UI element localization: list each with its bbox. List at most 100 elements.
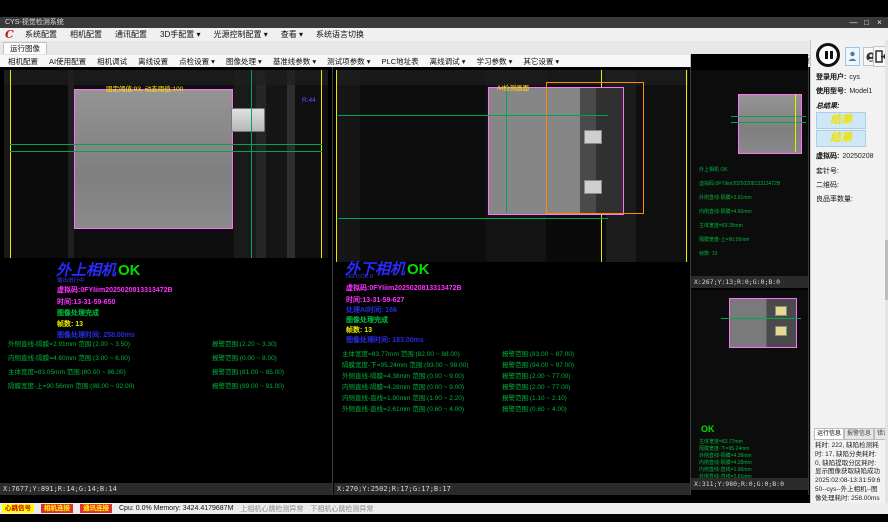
capture-time: 时间:13-31-59-650 bbox=[57, 297, 115, 307]
app-window: CYS-视觉检测系统 — □ × C 系统配置 相机配置 通讯配置 3D手配置 … bbox=[0, 0, 888, 522]
menu-system-config[interactable]: 系统配置 bbox=[25, 29, 57, 40]
measure-line bbox=[721, 318, 801, 319]
view-divider bbox=[808, 67, 809, 495]
frame-count: 帧数: 13 bbox=[346, 325, 372, 335]
tool-learn-params[interactable]: 学习参数 ▾ bbox=[476, 56, 512, 67]
thumb-text-line: 内侧直线-直线=1.90mm bbox=[699, 466, 752, 473]
menu-comm-config[interactable]: 通讯配置 bbox=[115, 29, 147, 40]
alarm-range-text: 报警范围:(94.00 ~ 97.00) bbox=[502, 359, 574, 369]
thumb-text-line: 外上相机 OK bbox=[699, 166, 728, 173]
log-tab-run[interactable]: 运行信息 bbox=[814, 428, 844, 440]
tool-offline-setting[interactable]: 离线设置 bbox=[138, 56, 168, 67]
result-ok-label: OK bbox=[407, 261, 430, 278]
process-time-text: 图像处理时间: 183.00ms bbox=[346, 335, 424, 345]
alarm-range-text: 报警范围:(89.00 ~ 91.00) bbox=[212, 380, 284, 390]
vcode-row: 虚拟码:20250208 bbox=[816, 151, 874, 161]
maximize-button[interactable]: □ bbox=[860, 17, 873, 28]
tool-other-settings[interactable]: 其它设置 ▾ bbox=[523, 56, 559, 67]
heartbeat-badge: 心跳信号 bbox=[2, 504, 34, 513]
barcode-text: 虚拟码:0FYIiim2025020813313472B bbox=[346, 283, 462, 293]
tool-camera-debug[interactable]: 相机调试 bbox=[97, 56, 127, 67]
user-mode-button[interactable] bbox=[845, 47, 860, 66]
alarm-range-text: 报警范围:(2.00 ~ 77.00) bbox=[502, 370, 570, 380]
measurement-text: 内侧直线-直线=1.90mm 范围:(1.00 ~ 2.20) bbox=[342, 392, 464, 402]
roi-line-left bbox=[336, 70, 337, 262]
pause-button[interactable] bbox=[816, 43, 840, 67]
measurement-row: 外侧直线-隔膜=2.91mm 范围:(2.00 ~ 3.50) 报警范围:(2.… bbox=[0, 338, 332, 347]
measure-line bbox=[338, 115, 608, 116]
tool-plc-address[interactable]: PLC地址表 bbox=[382, 56, 419, 67]
tool-ai-use-config[interactable]: AI使用配置 bbox=[49, 56, 86, 67]
thumbnail-view-2[interactable]: OK 主体宽度=83.77mm 隔膜宽度-下=95.24mm 外侧直线-隔膜=4… bbox=[691, 290, 808, 478]
measure-line bbox=[10, 151, 322, 152]
log-tab-alarm[interactable]: 报警信息 bbox=[844, 428, 874, 440]
measurement-text: 外侧直线-隔膜=4.38mm 范围:(0.00 ~ 9.00) bbox=[342, 370, 464, 380]
upper-camera-heartbeat-status: 上相机心跳检测异常 bbox=[240, 504, 303, 514]
lower-camera-image[interactable]: AI检测画面 bbox=[336, 70, 688, 262]
thumb-text-line: 内侧直线-隔膜=4.60mm bbox=[699, 208, 752, 215]
capture-time: 时间:13-31-59-627 bbox=[346, 295, 404, 305]
menu-camera-config[interactable]: 相机配置 bbox=[70, 29, 102, 40]
vcode-label: 虚拟码: bbox=[816, 153, 839, 160]
thumb-text-line: 主体宽度=83.77mm bbox=[699, 438, 743, 445]
model-row: 使用型号:Model1 bbox=[816, 86, 872, 96]
output-status: 输出进行中 bbox=[57, 276, 85, 284]
status-bar: 心跳信号 相机连接 通讯连接 Cpu: 0.0% Memory: 3424.41… bbox=[0, 503, 888, 514]
thumbnail-view-1[interactable]: 外上相机 OK 虚拟码:0FYIiim2025020813313472B 外侧直… bbox=[691, 70, 808, 276]
pixel-coords-readout: X:7677;Y:891;R:14;G:14;B:14 bbox=[0, 483, 332, 495]
close-button[interactable]: × bbox=[873, 17, 886, 28]
app-logo-icon: C bbox=[5, 28, 14, 41]
vcode-value: 20250208 bbox=[842, 153, 873, 160]
needle-label: 套针号: bbox=[816, 166, 839, 176]
tool-camera-config[interactable]: 相机配置 bbox=[8, 56, 38, 67]
pixel-coords-readout: X:267;Y:13;R:0;G:0;B:0 bbox=[691, 276, 808, 288]
measurement-row: 外侧直线-隔膜=4.38mm 范围:(0.00 ~ 9.00) 报警范围:(2.… bbox=[334, 370, 690, 379]
pause-icon bbox=[825, 51, 828, 59]
alarm-range-text: 报警范围:(81.00 ~ 85.00) bbox=[212, 366, 284, 376]
roi-line-right bbox=[321, 70, 322, 258]
tool-test-params[interactable]: 测试项参数 ▾ bbox=[327, 56, 370, 67]
measurement-text: 主体宽度=83.05mm 范围:(80.00 ~ 86.00) bbox=[8, 366, 126, 376]
thumb-text-line: 主体宽度=83.05mm bbox=[699, 222, 743, 229]
process-done-text: 图像处理完成 bbox=[57, 308, 99, 318]
person-icon bbox=[848, 51, 857, 62]
measurement-row: 隔膜宽度-上=90.56mm 范围:(88.00 ~ 92.00) 报警范围:(… bbox=[0, 380, 332, 389]
tool-offline-debug[interactable]: 离线调试 ▾ bbox=[430, 56, 466, 67]
cpu-memory-readout: Cpu: 0.0% Memory: 3424.4179687M bbox=[119, 505, 233, 512]
threshold-overlay-label: 固定阈值:93, 动态阈值:100 bbox=[106, 83, 183, 93]
alarm-range-text: 报警范围:(0.60 ~ 4.00) bbox=[502, 403, 567, 413]
upper-camera-image[interactable]: 固定阈值:93, 动态阈值:100 R:44 bbox=[4, 70, 328, 258]
login-user-label: 登录用户: bbox=[816, 74, 846, 81]
log-text: 耗时: 222, 缺陷检测耗时: 17, 缺陷分类耗时: 0, 缺陷提取分区耗时… bbox=[815, 442, 883, 503]
minimize-button[interactable]: — bbox=[847, 17, 860, 28]
total-result-label: 总结果: bbox=[816, 101, 839, 111]
menu-language-switch[interactable]: 系统语言切换 bbox=[316, 29, 364, 40]
contact-spot bbox=[775, 326, 787, 336]
log-tabs: 运行信息 报警信息 错误信息 bbox=[814, 428, 888, 440]
login-user-row: 登录用户:cys bbox=[816, 72, 860, 82]
radius-marker-label: R:44 bbox=[302, 97, 316, 104]
measurement-text: 主体宽度=83.77mm 范围:(82.00 ~ 88.00) bbox=[342, 348, 460, 358]
barcode-text: 虚拟码:0FYIiim2025020813313472B bbox=[57, 285, 173, 295]
measurement-text: 内侧直线-隔膜=4.60mm 范围:(3.00 ~ 6.00) bbox=[8, 352, 130, 362]
menu-3d-hand-config[interactable]: 3D手配置 ▾ bbox=[160, 29, 200, 40]
measurement-row: 主体宽度=83.05mm 范围:(80.00 ~ 86.00) 报警范围:(81… bbox=[0, 366, 332, 375]
ai-view-overlay-label: AI检测画面 bbox=[497, 82, 529, 92]
pixel-coords-readout: X:311;Y:980;R:0;G:0;B:0 bbox=[691, 478, 808, 490]
tool-spot-check[interactable]: 点检设置 ▾ bbox=[179, 56, 215, 67]
connector-part bbox=[231, 108, 265, 132]
thumb-text-line: 外侧直线-隔膜=4.38mm bbox=[699, 452, 752, 459]
frame-count: 帧数: 13 bbox=[57, 319, 83, 329]
measurement-row: 隔膜宽度-下=95.24mm 范围:(93.00 ~ 98.00) 报警范围:(… bbox=[334, 359, 690, 368]
tool-baseline-params[interactable]: 基准线参数 ▾ bbox=[273, 56, 316, 67]
window-controls: — □ × bbox=[847, 17, 886, 28]
qr-label: 二维码: bbox=[816, 180, 839, 190]
tool-image-process[interactable]: 图像处理 ▾ bbox=[226, 56, 262, 67]
control-panel: 登录用户:cys 使用型号:Model1 总结果: 结果 结果 虚拟码:2025… bbox=[810, 40, 888, 503]
menu-light-config[interactable]: 光源控制配置 ▾ bbox=[213, 29, 267, 40]
ai-detect-box bbox=[546, 82, 644, 214]
tab-strip bbox=[0, 41, 810, 54]
thumb-text-line: 虚拟码:0FYIiim2025020813313472B bbox=[699, 180, 780, 187]
menu-view[interactable]: 查看 ▾ bbox=[281, 29, 303, 40]
measurement-text: 内侧直线-隔膜=4.28mm 范围:(0.00 ~ 9.00) bbox=[342, 381, 464, 391]
